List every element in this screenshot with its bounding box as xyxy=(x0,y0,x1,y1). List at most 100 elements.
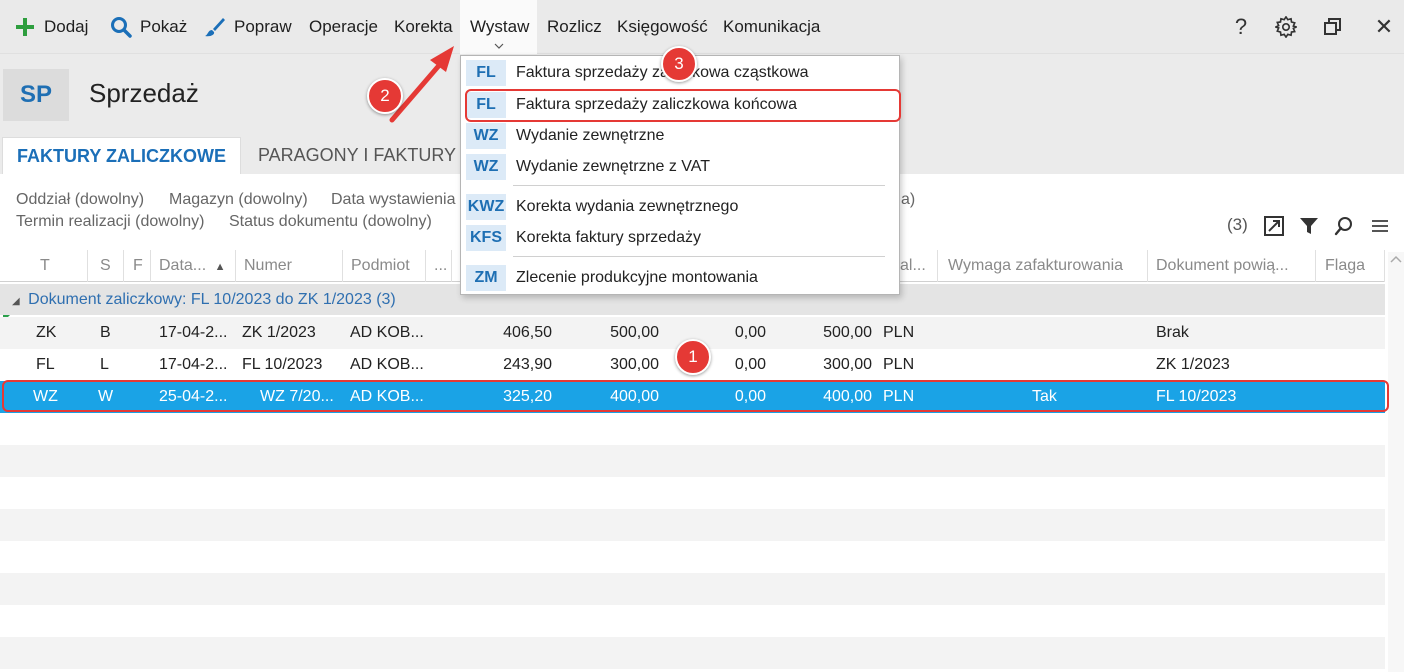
edit-label: Popraw xyxy=(234,17,292,36)
correction-label: Korekta xyxy=(394,17,453,36)
issue-menu[interactable]: Wystaw xyxy=(460,0,537,54)
brush-icon xyxy=(204,16,226,38)
doc-code-badge: KFS xyxy=(466,225,506,251)
cell-value-1: 406,50 xyxy=(503,324,552,341)
settle-label: Rozlicz xyxy=(547,17,602,36)
filter-truncated[interactable]: a) xyxy=(901,191,915,209)
restore-window-icon[interactable] xyxy=(1318,12,1348,42)
doc-code-badge: KWZ xyxy=(466,194,506,220)
show-label: Pokaż xyxy=(140,17,188,36)
filter-branch[interactable]: Oddział (dowolny) xyxy=(16,191,144,209)
issue-dropdown-menu: FL Faktura sprzedaży zaliczkowa cząstkow… xyxy=(460,55,901,295)
menu-item-zm[interactable]: ZM Zlecenie produkcyjne montowania xyxy=(461,263,899,293)
menu-icon[interactable] xyxy=(1367,213,1393,239)
correction-menu[interactable]: Korekta xyxy=(394,0,453,54)
vertical-scrollbar[interactable] xyxy=(1388,252,1404,672)
column-wymaga-zafakturowania[interactable]: Wymaga zafakturowania xyxy=(938,250,1148,282)
column-dokument-powiazany[interactable]: Dokument powią... xyxy=(1148,250,1316,282)
column-s[interactable]: S xyxy=(88,250,124,282)
cell-value-4: 300,00 xyxy=(823,356,872,373)
operations-menu[interactable]: Operacje xyxy=(309,0,378,54)
group-label: Dokument zaliczkowy: FL 10/2023 do ZK 1/… xyxy=(28,291,396,308)
doc-code-badge: WZ xyxy=(466,123,506,149)
cell-numer: FL 10/2023 xyxy=(242,356,323,373)
cell-t: FL xyxy=(36,356,55,373)
annotation-badge-2: 2 xyxy=(367,78,403,114)
menu-separator xyxy=(513,256,885,257)
tab-paragony-i-faktury[interactable]: PARAGONY I FAKTURY xyxy=(244,137,470,174)
plus-icon xyxy=(14,16,36,38)
column-data-label: Data... xyxy=(159,257,207,274)
cell-podmiot: AD KOB... xyxy=(350,324,424,341)
search-icon xyxy=(110,16,132,38)
menu-item-kwz[interactable]: KWZ Korekta wydania zewnętrznego xyxy=(461,192,899,222)
empty-row xyxy=(0,637,1385,669)
cell-value-2: 300,00 xyxy=(610,356,659,373)
add-label: Dodaj xyxy=(44,17,89,36)
edit-button[interactable]: Popraw xyxy=(204,0,292,54)
operations-label: Operacje xyxy=(309,17,378,36)
search-grid-icon[interactable] xyxy=(1331,213,1357,239)
filter-warehouse[interactable]: Magazyn (dowolny) xyxy=(169,191,308,209)
communication-label: Komunikacja xyxy=(723,17,821,36)
cell-s: B xyxy=(100,324,111,341)
column-more[interactable]: ... xyxy=(426,250,452,282)
cell-waluta: PLN xyxy=(883,356,915,373)
show-button[interactable]: Pokaż xyxy=(110,0,187,54)
cell-podmiot: AD KOB... xyxy=(350,356,424,373)
close-glyph: ✕ xyxy=(1374,14,1394,39)
cell-value-1: 243,90 xyxy=(503,356,552,373)
menu-item-label: Korekta wydania zewnętrznego xyxy=(516,198,739,215)
cell-data: 17-04-2... xyxy=(159,324,228,341)
empty-row xyxy=(0,445,1385,477)
column-data[interactable]: Data... ▲ xyxy=(151,250,236,282)
column-numer[interactable]: Numer xyxy=(236,250,343,282)
export-icon[interactable] xyxy=(1261,213,1287,239)
record-count: (3) xyxy=(1227,215,1248,234)
doc-code-badge: FL xyxy=(466,60,506,86)
collapse-triangle-icon[interactable]: ◢ xyxy=(12,296,20,307)
accounting-label: Księgowość xyxy=(617,17,708,36)
cell-dokument: ZK 1/2023 xyxy=(1156,356,1230,373)
scroll-up-icon xyxy=(1390,255,1402,263)
filter-issue-date[interactable]: Data wystawienia xyxy=(331,191,456,209)
cell-numer: ZK 1/2023 xyxy=(242,324,316,341)
menu-item-label: Wydanie zewnętrzne xyxy=(516,127,665,144)
menu-item-label: Wydanie zewnętrzne z VAT xyxy=(516,158,711,175)
accounting-menu[interactable]: Księgowość xyxy=(617,0,708,54)
gear-icon[interactable] xyxy=(1271,12,1301,42)
annotation-badge-3: 3 xyxy=(661,46,697,82)
settle-menu[interactable]: Rozlicz xyxy=(547,0,602,54)
chevron-down-icon xyxy=(494,42,504,52)
help-icon[interactable]: ? xyxy=(1226,12,1256,42)
main-toolbar: Dodaj Pokaż Popraw Operacje Korekta Wyst… xyxy=(0,0,1404,54)
annotation-badge-1: 1 xyxy=(675,339,711,375)
help-glyph: ? xyxy=(1234,14,1248,39)
column-podmiot[interactable]: Podmiot xyxy=(343,250,426,282)
filter-icon[interactable] xyxy=(1296,213,1322,239)
close-icon[interactable]: ✕ xyxy=(1369,12,1399,42)
communication-menu[interactable]: Komunikacja xyxy=(723,0,820,54)
doc-code-badge: ZM xyxy=(466,265,506,291)
module-badge: SP xyxy=(3,69,69,121)
sort-asc-icon: ▲ xyxy=(214,261,226,273)
empty-row xyxy=(0,573,1385,605)
menu-item-label: Korekta faktury sprzedaży xyxy=(516,229,701,246)
doc-code-badge: WZ xyxy=(466,154,506,180)
menu-item-kfs[interactable]: KFS Korekta faktury sprzedaży xyxy=(461,223,899,253)
filter-document-status[interactable]: Status dokumentu (dowolny) xyxy=(229,213,432,231)
cell-t: ZK xyxy=(36,324,57,341)
menu-item-wz-vat[interactable]: WZ Wydanie zewnętrzne z VAT xyxy=(461,152,899,182)
cell-data: 17-04-2... xyxy=(159,356,228,373)
menu-separator xyxy=(513,185,885,186)
column-f[interactable]: F xyxy=(124,250,151,282)
menu-item-highlight xyxy=(465,89,901,122)
page-title: Sprzedaż xyxy=(89,78,199,108)
filter-due-date[interactable]: Termin realizacji (dowolny) xyxy=(16,213,205,231)
column-flaga[interactable]: Flaga xyxy=(1316,250,1385,282)
add-button[interactable]: Dodaj xyxy=(14,0,88,54)
menu-item-wz[interactable]: WZ Wydanie zewnętrzne xyxy=(461,121,899,151)
tab-faktury-zaliczkowe[interactable]: FAKTURY ZALICZKOWE xyxy=(2,137,241,174)
column-t[interactable]: T xyxy=(0,250,88,282)
cell-s: L xyxy=(100,356,109,373)
